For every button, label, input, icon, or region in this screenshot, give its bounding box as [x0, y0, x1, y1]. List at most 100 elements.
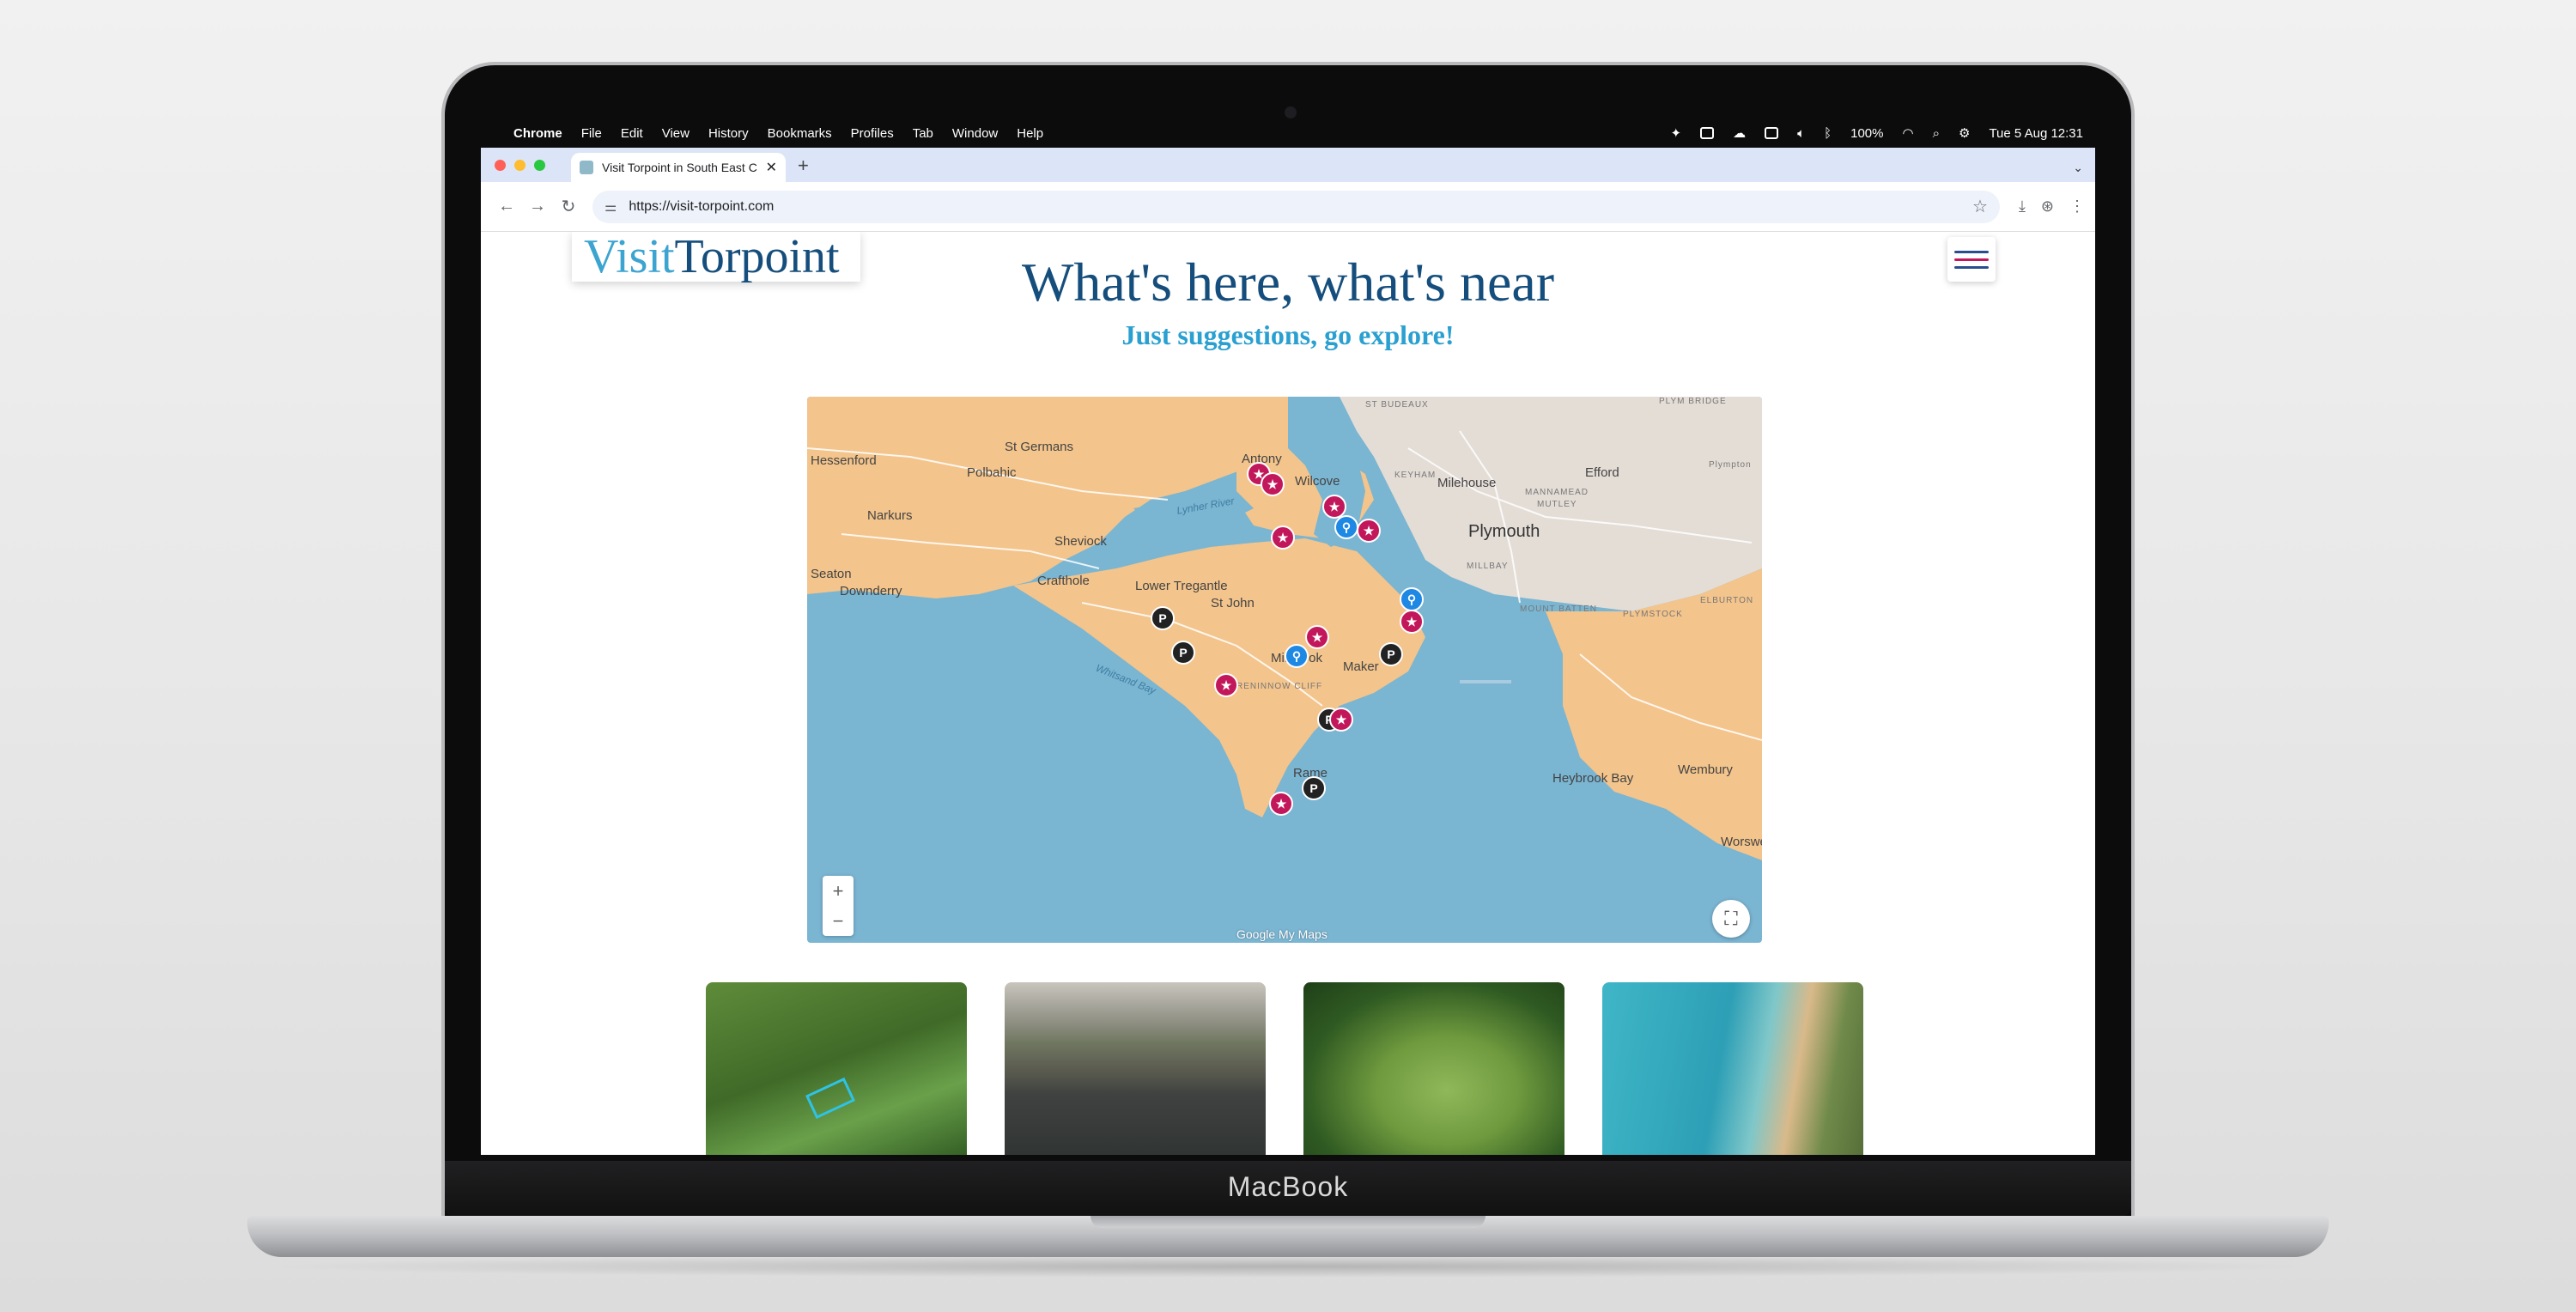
minimize-window-button[interactable]	[514, 159, 526, 171]
cloud-icon[interactable]: ☁	[1733, 125, 1746, 141]
download-icon[interactable]: ⤓	[2019, 197, 2026, 216]
attraction-pin-star-icon[interactable]: ★	[1214, 673, 1238, 697]
photo-thumbnail[interactable]	[1602, 982, 1863, 1155]
close-window-button[interactable]	[495, 159, 506, 171]
bookmark-star-icon[interactable]: ☆	[1972, 196, 1988, 217]
menu-edit[interactable]: Edit	[621, 126, 643, 141]
zoom-window-button[interactable]	[534, 159, 545, 171]
laptop-chin: MacBook	[445, 1161, 2131, 1216]
attraction-pin-star-icon[interactable]: ★	[1269, 792, 1293, 816]
forward-arrow-icon[interactable]: →	[522, 197, 553, 216]
map-place-label: Hessenford	[811, 453, 877, 468]
map-place-label: Downderry	[840, 584, 902, 598]
parking-pin-icon[interactable]: P	[1302, 776, 1326, 800]
photo-thumbnail[interactable]	[1005, 982, 1266, 1155]
page-subtitle: Just suggestions, go explore!	[1121, 319, 1455, 350]
map-place-label: MANNAMEAD	[1525, 488, 1589, 497]
favicon-icon	[580, 161, 593, 174]
macbook-label: MacBook	[1227, 1171, 1349, 1202]
reload-icon[interactable]: ↻	[553, 196, 584, 217]
dropbox-icon[interactable]: ✦	[1671, 125, 1682, 141]
attraction-pin-star-icon[interactable]: ★	[1329, 708, 1353, 732]
spotlight-search-icon[interactable]: ⌕	[1933, 126, 1940, 141]
menu-view[interactable]: View	[662, 126, 690, 141]
map-place-label: Plympton	[1709, 460, 1752, 470]
browser-toolbar: ← → ↻ ⚌ https://visit-torpoint.com ☆ ⤓ ⊛…	[481, 182, 2095, 232]
map-place-label: Worswell	[1721, 835, 1762, 849]
toilet-pin-icon[interactable]: ⚲	[1285, 644, 1309, 668]
extension-icon[interactable]: ⊛	[2041, 197, 2054, 216]
map-place-label: St John	[1211, 596, 1255, 610]
map-place-label: Lower Tregantle	[1135, 579, 1228, 593]
display-icon[interactable]	[1765, 127, 1779, 139]
map-place-label: Wembury	[1678, 762, 1733, 777]
map-fullscreen-icon[interactable]: ⛶	[1712, 900, 1750, 938]
map-place-label: PLYM BRIDGE	[1659, 397, 1727, 406]
bluetooth-icon[interactable]: ᛒ	[1824, 126, 1832, 141]
window-controls	[495, 159, 545, 171]
url-text[interactable]: https://visit-torpoint.com	[629, 199, 774, 215]
map-place-label: Efford	[1585, 465, 1619, 480]
control-center-icon[interactable]: ⚙	[1959, 125, 1970, 141]
close-tab-icon[interactable]: ✕	[766, 159, 777, 176]
wifi-icon[interactable]: ◠	[1903, 125, 1914, 141]
clock[interactable]: Tue 5 Aug 12:31	[1989, 126, 2083, 141]
more-menu-icon[interactable]: ⋮	[2069, 197, 2085, 216]
embedded-map[interactable]: St Germans Hessenford Polbahic Narkurs S…	[807, 397, 1762, 943]
laptop-notch	[1091, 1216, 1485, 1228]
address-bar[interactable]: ⚌ https://visit-torpoint.com ☆	[592, 190, 2000, 223]
map-place-label: Crafthole	[1037, 574, 1090, 588]
map-place-label: Maker	[1343, 659, 1379, 674]
parking-pin-icon[interactable]: P	[1379, 642, 1403, 666]
map-place-label: ELBURTON	[1700, 596, 1754, 605]
map-zoom-controls: + −	[823, 876, 854, 936]
photo-thumbnail[interactable]	[706, 982, 967, 1155]
map-place-label: Narkurs	[867, 508, 913, 523]
menu-history[interactable]: History	[708, 126, 749, 141]
toilet-pin-icon[interactable]: ⚲	[1334, 515, 1358, 539]
map-place-label: Seaton	[811, 567, 852, 581]
map-place-label: Sheviock	[1054, 534, 1107, 549]
menu-chrome[interactable]: Chrome	[513, 126, 562, 141]
zoom-out-button[interactable]: −	[833, 910, 844, 932]
macos-menubar: Chrome File Edit View History Bookmarks …	[481, 118, 2095, 148]
map-place-label: PLYMSTOCK	[1623, 610, 1683, 619]
map-place-label: ST BUDEAUX	[1365, 400, 1429, 410]
attraction-pin-star-icon[interactable]: ★	[1357, 519, 1381, 543]
map-place-label: RENINNOW CLIFF	[1236, 682, 1323, 691]
map-place-label: Wilcove	[1295, 474, 1340, 489]
attraction-pin-star-icon[interactable]: ★	[1271, 525, 1295, 550]
photo-thumbnail[interactable]	[1303, 982, 1564, 1155]
window-layout-icon[interactable]	[1700, 127, 1715, 139]
battery-text[interactable]: 100%	[1850, 126, 1883, 141]
new-tab-button[interactable]: +	[798, 155, 809, 177]
map-place-label: MUTLEY	[1537, 500, 1577, 509]
browser-tabbar: Visit Torpoint in South East C ✕ + ⌄	[481, 148, 2095, 182]
menu-profiles[interactable]: Profiles	[851, 126, 894, 141]
map-place-label: Plymouth	[1468, 522, 1540, 541]
menu-tab[interactable]: Tab	[913, 126, 933, 141]
map-place-label: Milehouse	[1437, 476, 1497, 490]
zoom-in-button[interactable]: +	[833, 880, 844, 902]
back-arrow-icon[interactable]: ←	[491, 197, 522, 216]
camera	[1285, 106, 1297, 118]
browser-tab-active[interactable]: Visit Torpoint in South East C ✕	[571, 153, 786, 182]
map-place-label: MILLBAY	[1467, 562, 1509, 571]
map-place-label: Heybrook Bay	[1552, 771, 1634, 786]
toilet-pin-icon[interactable]: ⚲	[1400, 587, 1424, 611]
breakwater	[1460, 680, 1511, 683]
parking-pin-icon[interactable]: P	[1171, 641, 1195, 665]
parking-pin-icon[interactable]: P	[1151, 606, 1175, 630]
menu-window[interactable]: Window	[952, 126, 998, 141]
page-title: What's here, what's near	[1021, 252, 1555, 313]
attraction-pin-star-icon[interactable]: ★	[1305, 625, 1329, 649]
volume-icon[interactable]: 🔈︎	[1797, 126, 1805, 141]
menu-bookmarks[interactable]: Bookmarks	[768, 126, 832, 141]
site-info-icon[interactable]: ⚌	[605, 198, 617, 216]
attraction-pin-star-icon[interactable]: ★	[1261, 472, 1285, 496]
tab-search-chevron-icon[interactable]: ⌄	[2073, 161, 2083, 175]
menu-file[interactable]: File	[581, 126, 602, 141]
attraction-pin-star-icon[interactable]: ★	[1400, 610, 1424, 634]
menu-help[interactable]: Help	[1017, 126, 1043, 141]
tab-title: Visit Torpoint in South East C	[602, 161, 757, 174]
